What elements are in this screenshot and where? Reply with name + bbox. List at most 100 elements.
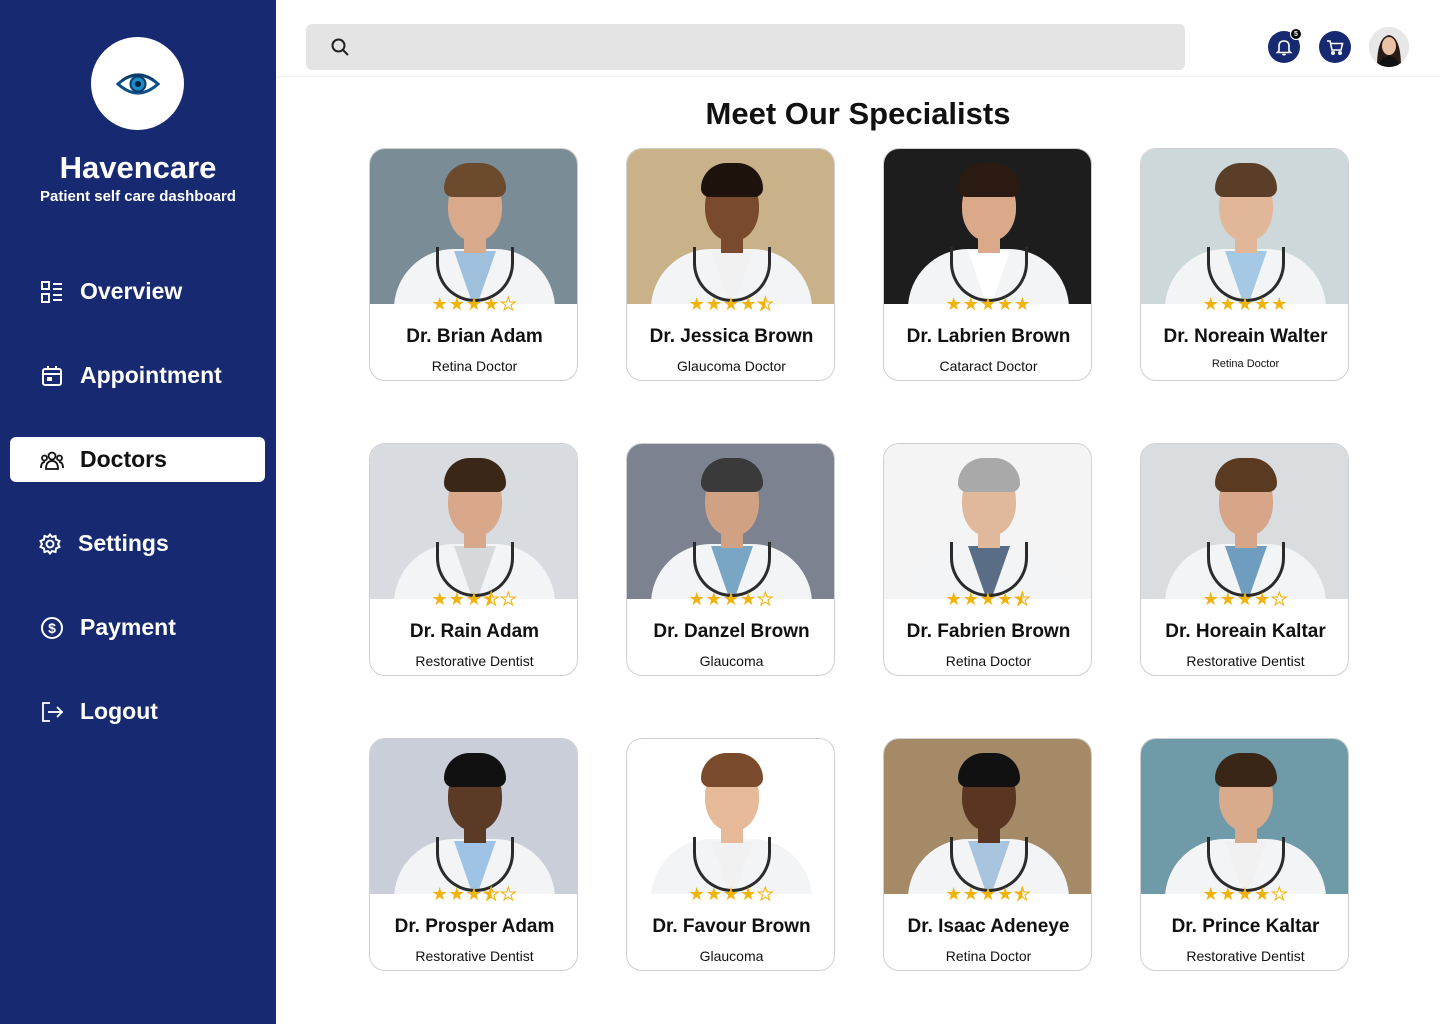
nav-payment[interactable]: $ Payment bbox=[10, 605, 265, 650]
star-icon: ★ bbox=[688, 294, 706, 314]
star-icon: ★ bbox=[1254, 294, 1272, 314]
star-icon: ★ bbox=[962, 589, 980, 609]
star-icon: ★ bbox=[688, 884, 706, 904]
doctor-card[interactable]: ★★★★★ Dr. Jessica Brown Glaucoma Doctor bbox=[626, 148, 835, 381]
nav-overview[interactable]: Overview bbox=[10, 269, 265, 314]
star-icon: ★ bbox=[483, 589, 501, 609]
nav-logout-label: Logout bbox=[80, 698, 158, 724]
star-icon: ★ bbox=[465, 294, 484, 314]
star-icon: ★ bbox=[962, 884, 980, 904]
doctor-name: Dr. Rain Adam bbox=[409, 621, 540, 642]
search-input[interactable] bbox=[362, 32, 1162, 62]
star-icon: ★ bbox=[431, 589, 449, 609]
doctor-photo bbox=[627, 739, 834, 894]
star-icon: ★ bbox=[500, 294, 518, 314]
star-icon: ★ bbox=[1236, 294, 1255, 314]
doctor-name: Dr. Favour Brown bbox=[652, 916, 811, 937]
star-icon: ★ bbox=[979, 884, 998, 904]
doctor-photo bbox=[627, 444, 834, 599]
search-icon bbox=[330, 37, 350, 62]
nav-settings[interactable]: Settings bbox=[10, 521, 265, 566]
svg-text:$: $ bbox=[48, 620, 56, 636]
doctor-photo bbox=[1141, 149, 1348, 304]
star-icon: ★ bbox=[465, 589, 484, 609]
doctor-name: Dr. Labrien Brown bbox=[906, 326, 1071, 347]
notification-count-badge: 5 bbox=[1290, 28, 1302, 40]
doctor-card[interactable]: ★★★★★ Dr. Fabrien Brown Retina Doctor bbox=[883, 443, 1092, 676]
doctor-photo bbox=[884, 444, 1091, 599]
doctor-name: Dr. Danzel Brown bbox=[653, 621, 810, 642]
star-icon: ★ bbox=[979, 294, 998, 314]
star-rating: ★★★★★ bbox=[884, 589, 1091, 609]
nav-overview-label: Overview bbox=[80, 278, 183, 304]
user-avatar[interactable] bbox=[1369, 27, 1409, 67]
doctor-specialty: Retina Doctor bbox=[1211, 358, 1280, 370]
doctor-card[interactable]: ★★★★★ Dr. Noreain Walter Retina Doctor bbox=[1140, 148, 1349, 381]
nav-doctors[interactable]: Doctors bbox=[10, 437, 265, 482]
doctor-specialty: Glaucoma bbox=[699, 653, 764, 669]
star-icon: ★ bbox=[431, 294, 449, 314]
star-rating: ★★★★★ bbox=[884, 294, 1091, 314]
doctor-card[interactable]: ★★★★★ Dr. Brian Adam Retina Doctor bbox=[369, 148, 578, 381]
doctor-specialty: Retina Doctor bbox=[945, 948, 1032, 964]
star-icon: ★ bbox=[1219, 589, 1237, 609]
star-icon: ★ bbox=[1202, 589, 1220, 609]
notifications-button[interactable]: 5 bbox=[1268, 28, 1302, 63]
cart-button[interactable] bbox=[1319, 31, 1351, 63]
star-icon: ★ bbox=[448, 884, 466, 904]
star-icon: ★ bbox=[1271, 589, 1289, 609]
star-icon: ★ bbox=[1271, 294, 1289, 314]
star-icon: ★ bbox=[431, 884, 449, 904]
doctor-photo bbox=[1141, 739, 1348, 894]
doctor-name: Dr. Isaac Adeneye bbox=[907, 916, 1070, 937]
doctor-specialty: Glaucoma Doctor bbox=[677, 358, 786, 374]
nav-doctors-label: Doctors bbox=[80, 446, 167, 472]
star-icon: ★ bbox=[1014, 884, 1032, 904]
doctor-card[interactable]: ★★★★★ Dr. Favour Brown Glaucoma bbox=[626, 738, 835, 971]
doctor-name: Dr. Prosper Adam bbox=[394, 916, 555, 937]
page-title: Meet Our Specialists bbox=[705, 96, 1011, 131]
doctor-photo bbox=[884, 149, 1091, 304]
star-icon: ★ bbox=[1236, 589, 1255, 609]
star-rating: ★★★★★ bbox=[1141, 294, 1348, 314]
doctor-card[interactable]: ★★★★★ Dr. Prosper Adam Restorative Dentist bbox=[369, 738, 578, 971]
doctor-card[interactable]: ★★★★★ Dr. Rain Adam Restorative Dentist bbox=[369, 443, 578, 676]
doctor-name: Dr. Brian Adam bbox=[406, 326, 543, 347]
people-icon bbox=[40, 448, 64, 472]
star-icon: ★ bbox=[997, 294, 1015, 314]
doctor-photo bbox=[627, 149, 834, 304]
star-icon: ★ bbox=[740, 589, 758, 609]
doctor-specialty: Cataract Doctor bbox=[939, 358, 1038, 374]
doctor-name: Dr. Prince Kaltar bbox=[1171, 916, 1320, 937]
star-icon: ★ bbox=[483, 884, 501, 904]
star-icon: ★ bbox=[483, 294, 501, 314]
star-icon: ★ bbox=[1202, 294, 1220, 314]
star-rating: ★★★★★ bbox=[1141, 589, 1348, 609]
star-icon: ★ bbox=[945, 884, 963, 904]
sidebar: Havencare Patient self care dashboard Ov… bbox=[0, 0, 276, 1024]
doctor-card[interactable]: ★★★★★ Dr. Danzel Brown Glaucoma bbox=[626, 443, 835, 676]
star-icon: ★ bbox=[757, 589, 775, 609]
nav-logout[interactable]: Logout bbox=[10, 689, 265, 734]
nav-appointment[interactable]: Appointment bbox=[10, 353, 265, 398]
doctor-card[interactable]: ★★★★★ Dr. Labrien Brown Cataract Doctor bbox=[883, 148, 1092, 381]
dollar-circle-icon: $ bbox=[40, 616, 64, 640]
star-icon: ★ bbox=[757, 294, 775, 314]
star-rating: ★★★★★ bbox=[370, 884, 577, 904]
doctor-specialty: Restorative Dentist bbox=[1186, 653, 1305, 669]
star-rating: ★★★★★ bbox=[1141, 884, 1348, 904]
nav-settings-label: Settings bbox=[78, 530, 169, 556]
star-icon: ★ bbox=[722, 884, 741, 904]
star-icon: ★ bbox=[945, 589, 963, 609]
doctor-name: Dr. Fabrien Brown bbox=[906, 621, 1071, 642]
brand-logo bbox=[91, 37, 184, 130]
star-icon: ★ bbox=[740, 294, 758, 314]
eye-icon bbox=[115, 73, 160, 94]
logout-icon bbox=[40, 700, 64, 724]
star-icon: ★ bbox=[500, 589, 518, 609]
doctor-card[interactable]: ★★★★★ Dr. Isaac Adeneye Retina Doctor bbox=[883, 738, 1092, 971]
search-bar[interactable] bbox=[306, 24, 1185, 70]
doctor-card[interactable]: ★★★★★ Dr. Prince Kaltar Restorative Dentis… bbox=[1140, 738, 1349, 971]
star-icon: ★ bbox=[1236, 884, 1255, 904]
doctor-card[interactable]: ★★★★★ Dr. Horeain Kaltar Restorative Denti… bbox=[1140, 443, 1349, 676]
